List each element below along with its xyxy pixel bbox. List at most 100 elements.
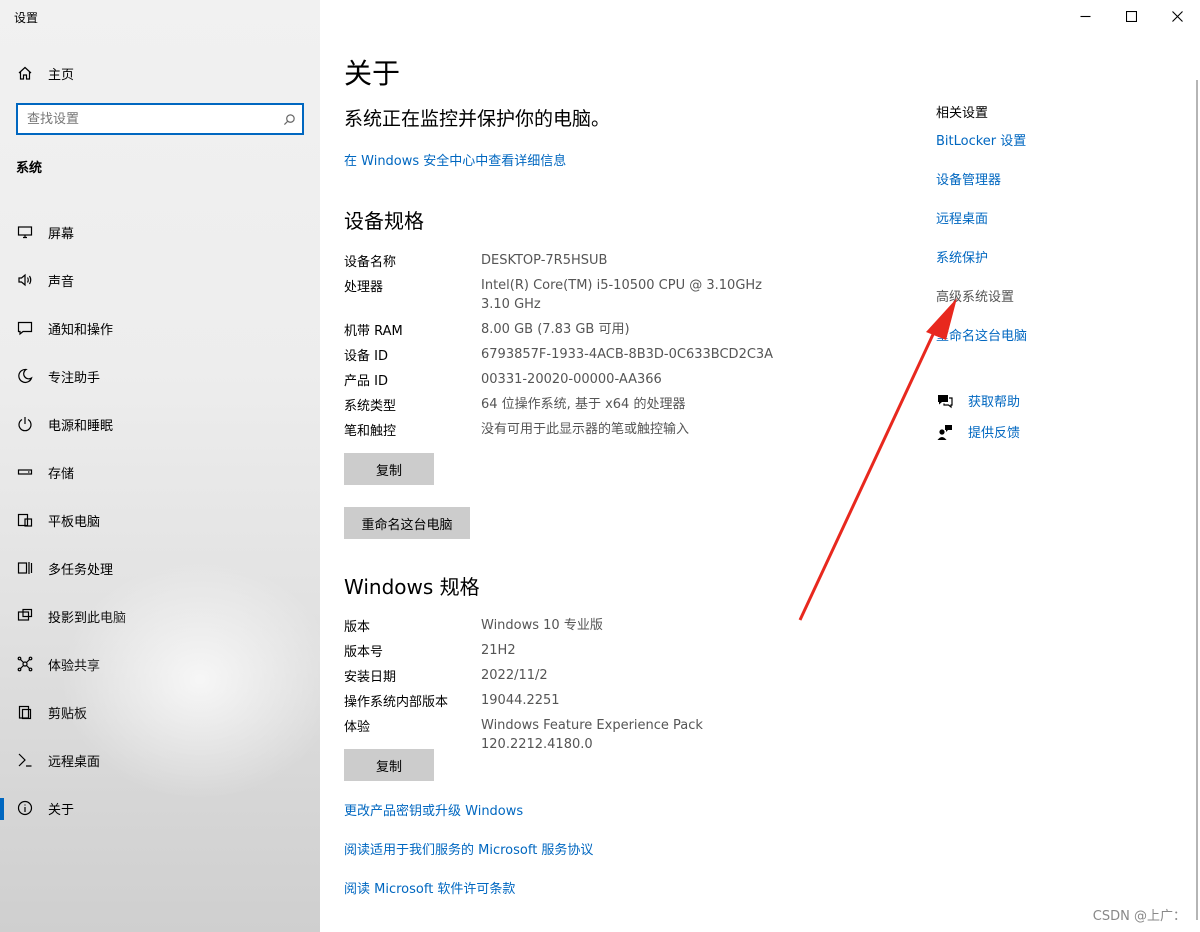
close-icon: [1171, 7, 1183, 26]
device-manager-link[interactable]: 设备管理器: [936, 169, 1001, 188]
window-title: 设置: [14, 11, 39, 25]
spec-value: Windows Feature Experience Pack 120.2212…: [481, 718, 703, 752]
spec-key: 机带 RAM: [344, 324, 403, 339]
sidebar-item-label: 存储: [48, 466, 75, 482]
feedback-icon: [936, 423, 954, 441]
spec-key: 体验: [344, 720, 371, 735]
sidebar-item-about[interactable]: 关于: [0, 784, 320, 832]
page-title: 关于: [344, 57, 401, 90]
search-icon[interactable]: [276, 113, 302, 126]
sidebar-item-label: 关于: [48, 802, 75, 818]
sidebar-item-focus-assist[interactable]: 专注助手: [0, 352, 320, 400]
display-icon: [16, 223, 34, 241]
sidebar-item-label: 多任务处理: [48, 562, 114, 578]
sidebar-item-label: 屏幕: [48, 226, 75, 242]
minimize-button[interactable]: [1062, 0, 1108, 32]
get-help-link[interactable]: 获取帮助: [968, 391, 1020, 410]
sidebar-item-label: 体验共享: [48, 658, 101, 674]
spec-value: 2022/11/2: [481, 668, 548, 683]
sidebar-item-label: 远程桌面: [48, 754, 101, 770]
bitlocker-link[interactable]: BitLocker 设置: [936, 130, 1026, 149]
project-icon: [16, 607, 34, 625]
arrow-shaft: [798, 327, 938, 621]
copy-windows-specs-button[interactable]: 复制: [344, 749, 434, 781]
device-specs-heading: 设备规格: [344, 209, 424, 233]
sidebar-item-multitasking[interactable]: 多任务处理: [0, 544, 320, 592]
section-label: 系统: [16, 161, 43, 176]
copy-device-specs-button[interactable]: 复制: [344, 453, 434, 485]
sidebar-item-storage[interactable]: 存储: [0, 448, 320, 496]
sidebar-item-label: 通知和操作: [48, 322, 114, 338]
system-protection-link[interactable]: 系统保护: [936, 247, 988, 266]
tablet-icon: [16, 511, 34, 529]
sidebar-item-label: 平板电脑: [48, 514, 101, 530]
window-controls: [1062, 0, 1200, 32]
settings-window: 设置 主页 系统 屏幕 声: [0, 0, 1200, 932]
rename-pc-button[interactable]: 重命名这台电脑: [344, 507, 470, 539]
sidebar-item-shared-experiences[interactable]: 体验共享: [0, 640, 320, 688]
sidebar-item-label: 声音: [48, 274, 75, 290]
services-agreement-link[interactable]: 阅读适用于我们服务的 Microsoft 服务协议: [344, 839, 593, 858]
spec-key: 系统类型: [344, 399, 397, 414]
sidebar-item-remote-desktop[interactable]: 远程桌面: [0, 736, 320, 784]
sidebar: 设置 主页 系统 屏幕 声: [0, 0, 320, 932]
spec-key: 版本号: [344, 645, 384, 660]
spec-key: 设备名称: [344, 255, 397, 270]
watermark: CSDN @上广：: [1092, 909, 1186, 924]
sidebar-item-clipboard[interactable]: 剪贴板: [0, 688, 320, 736]
spec-value: 19044.2251: [481, 693, 560, 708]
sidebar-item-display[interactable]: 屏幕: [0, 208, 320, 256]
sidebar-home[interactable]: 主页: [16, 63, 74, 83]
spec-key: 笔和触控: [344, 424, 397, 439]
sidebar-item-power[interactable]: 电源和睡眠: [0, 400, 320, 448]
spec-value: 8.00 GB (7.83 GB 可用): [481, 322, 630, 337]
spec-key: 安装日期: [344, 670, 397, 685]
sidebar-home-label: 主页: [48, 67, 75, 83]
search-box[interactable]: [16, 103, 304, 135]
spec-value: 64 位操作系统, 基于 x64 的处理器: [481, 397, 686, 412]
multitask-icon: [16, 559, 34, 577]
spec-value: Intel(R) Core(TM) i5-10500 CPU @ 3.10GHz…: [481, 278, 762, 312]
sidebar-item-sound[interactable]: 声音: [0, 256, 320, 304]
spec-value: 6793857F-1933-4ACB-8B3D-0C633BCD2C3A: [481, 347, 774, 362]
search-input[interactable]: [18, 105, 276, 133]
change-product-key-link[interactable]: 更改产品密钥或升级 Windows: [344, 800, 523, 819]
sidebar-item-tablet[interactable]: 平板电脑: [0, 496, 320, 544]
spec-key: 处理器: [344, 280, 384, 295]
storage-icon: [16, 463, 34, 481]
related-settings-title: 相关设置: [936, 106, 989, 121]
notification-icon: [16, 319, 34, 337]
spec-value: 没有可用于此显示器的笔或触控输入: [481, 422, 690, 437]
sidebar-nav: 屏幕 声音 通知和操作 专注助手 电源和睡眠 存储 平板电脑 多任务处理 投影到…: [0, 208, 320, 832]
remote-desktop-link[interactable]: 远程桌面: [936, 208, 988, 227]
rename-pc-link[interactable]: 重命名这台电脑: [936, 325, 1027, 344]
feedback-row[interactable]: 提供反馈: [936, 422, 1020, 441]
info-icon: [16, 799, 34, 817]
sidebar-item-label: 电源和睡眠: [48, 418, 114, 434]
sidebar-item-project[interactable]: 投影到此电脑: [0, 592, 320, 640]
spec-key: 产品 ID: [344, 374, 388, 389]
get-help-row[interactable]: 获取帮助: [936, 391, 1020, 410]
sidebar-item-label: 专注助手: [48, 370, 101, 386]
speaker-icon: [16, 271, 34, 289]
close-button[interactable]: [1154, 0, 1200, 32]
spec-value: 00331-20020-00000-AA366: [481, 372, 662, 387]
share-icon: [16, 655, 34, 673]
license-terms-link[interactable]: 阅读 Microsoft 软件许可条款: [344, 878, 515, 897]
spec-key: 版本: [344, 620, 371, 635]
home-icon: [16, 64, 34, 82]
spec-key: 操作系统内部版本: [344, 695, 449, 710]
remote-desktop-icon: [16, 751, 34, 769]
maximize-button[interactable]: [1108, 0, 1154, 32]
windows-specs-heading: Windows 规格: [344, 575, 480, 599]
advanced-system-settings-link[interactable]: 高级系统设置: [936, 286, 1014, 305]
sidebar-item-notifications[interactable]: 通知和操作: [0, 304, 320, 352]
spec-value: Windows 10 专业版: [481, 618, 603, 633]
feedback-link[interactable]: 提供反馈: [968, 422, 1020, 441]
clipboard-icon: [16, 703, 34, 721]
spec-value: 21H2: [481, 643, 516, 658]
spec-value: DESKTOP-7R5HSUB: [481, 253, 608, 268]
scrollbar[interactable]: [1196, 80, 1198, 920]
security-center-link[interactable]: 在 Windows 安全中心中查看详细信息: [344, 150, 566, 169]
moon-icon: [16, 367, 34, 385]
